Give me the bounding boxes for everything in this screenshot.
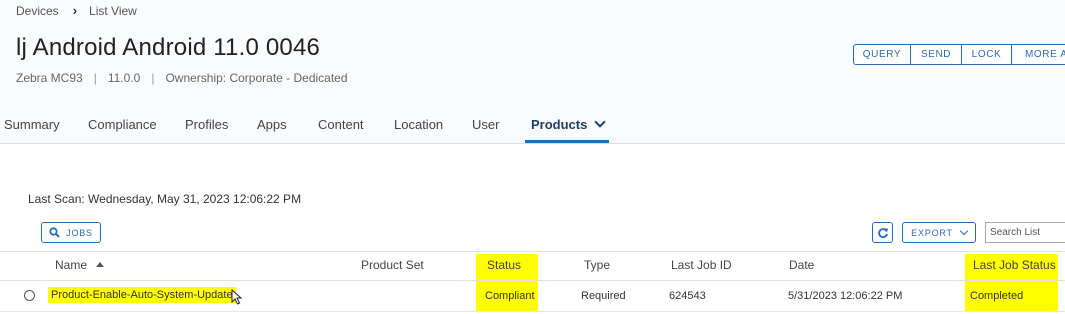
refresh-icon bbox=[877, 227, 888, 238]
tab-products[interactable]: Products bbox=[531, 116, 607, 132]
search-list-input[interactable] bbox=[985, 222, 1065, 243]
product-name[interactable]: Product-Enable-Auto-System-Update bbox=[48, 287, 236, 303]
column-header-last-job-id[interactable]: Last Job ID bbox=[671, 258, 732, 272]
tab-summary[interactable]: Summary bbox=[4, 117, 60, 132]
subtitle-divider: | bbox=[151, 71, 155, 85]
mouse-pointer-icon bbox=[231, 289, 243, 305]
product-type: Required bbox=[581, 290, 626, 302]
subtitle-divider: | bbox=[93, 71, 97, 85]
lock-button[interactable]: LOCK bbox=[961, 44, 1012, 65]
jobs-button[interactable]: JOBS bbox=[41, 222, 101, 243]
device-model: Zebra MC93 bbox=[16, 71, 83, 85]
last-scan-text: Last Scan: Wednesday, May 31, 2023 12:06… bbox=[28, 192, 302, 206]
product-date: 5/31/2023 12:06:22 PM bbox=[788, 290, 903, 302]
last-job-id: 624543 bbox=[669, 290, 706, 302]
chevron-down-icon bbox=[594, 116, 607, 128]
tab-apps[interactable]: Apps bbox=[257, 117, 287, 132]
sort-ascending-icon bbox=[96, 262, 105, 267]
column-header-name-label: Name bbox=[55, 258, 88, 272]
device-os-version: 11.0.0 bbox=[107, 71, 141, 85]
breadcrumb-list-view[interactable]: List View bbox=[89, 4, 137, 18]
send-button[interactable]: SEND bbox=[910, 44, 962, 65]
table-header: Name Product Set Status Type Last Job ID… bbox=[0, 251, 1065, 281]
row-select-radio[interactable] bbox=[24, 290, 35, 301]
chevron-down-icon bbox=[959, 226, 969, 235]
product-status: Compliant bbox=[485, 290, 535, 302]
last-job-status: Completed bbox=[970, 290, 1024, 302]
active-tab-indicator bbox=[525, 140, 609, 143]
tab-products-label: Products bbox=[531, 117, 588, 132]
device-subtitle: Zebra MC93 | 11.0.0 | Ownership: Corpora… bbox=[16, 71, 348, 85]
column-header-type[interactable]: Type bbox=[584, 258, 610, 272]
column-header-name[interactable]: Name bbox=[55, 258, 105, 272]
tab-location[interactable]: Location bbox=[394, 117, 443, 132]
column-header-date[interactable]: Date bbox=[789, 258, 814, 272]
chevron-right-icon: › bbox=[72, 3, 78, 18]
column-header-last-job-status[interactable]: Last Job Status bbox=[973, 258, 1056, 272]
table-row[interactable]: Product-Enable-Auto-System-Update Compli… bbox=[0, 280, 1065, 312]
tab-user[interactable]: User bbox=[472, 117, 499, 132]
tab-content[interactable]: Content bbox=[318, 117, 364, 132]
page-title: lj Android Android 11.0 0046 bbox=[16, 34, 321, 61]
refresh-button[interactable] bbox=[872, 222, 893, 243]
breadcrumb-devices[interactable]: Devices bbox=[16, 4, 59, 18]
export-button[interactable]: EXPORT bbox=[902, 222, 976, 243]
jobs-button-label: JOBS bbox=[66, 227, 93, 238]
more-actions-button[interactable]: MORE AC bbox=[1011, 44, 1065, 65]
device-actions: QUERY SEND LOCK MORE AC bbox=[853, 44, 1065, 65]
breadcrumb: Devices › List View bbox=[16, 3, 137, 18]
export-button-label: EXPORT bbox=[911, 227, 953, 238]
query-button[interactable]: QUERY bbox=[853, 44, 911, 65]
tab-profiles[interactable]: Profiles bbox=[185, 117, 228, 132]
column-header-product-set[interactable]: Product Set bbox=[361, 258, 424, 272]
search-icon bbox=[49, 227, 60, 238]
device-ownership: Ownership: Corporate - Dedicated bbox=[165, 71, 348, 85]
tab-compliance[interactable]: Compliance bbox=[88, 117, 157, 132]
column-header-status[interactable]: Status bbox=[487, 258, 521, 272]
